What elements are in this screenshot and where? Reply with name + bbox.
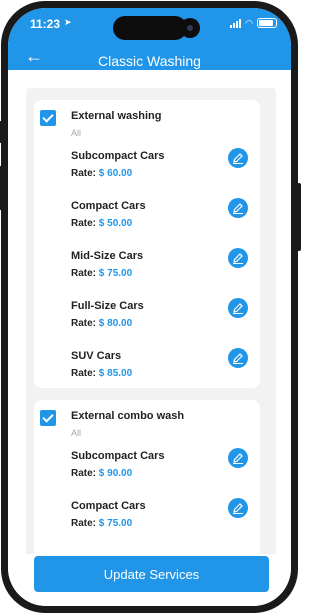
camera-icon [180, 18, 200, 38]
car-type: Compact Cars [71, 200, 146, 212]
rate-value: $ 50.00 [98, 218, 133, 229]
pencil-icon [233, 503, 243, 514]
rate-text: Rate: $ 90.00 [71, 468, 133, 479]
group-checkbox[interactable] [40, 410, 56, 426]
pencil-icon [233, 153, 243, 164]
battery-icon [257, 18, 277, 28]
car-type: SUV Cars [71, 350, 122, 362]
edit-button[interactable] [228, 298, 248, 318]
location-icon: ➤ [64, 17, 72, 27]
rate-text: Rate: $ 75.00 [71, 268, 133, 279]
screen: 11:23 ➤ ◠ ← Classic Washing External was… [8, 8, 291, 606]
car-type: Full-Size Cars [71, 300, 144, 312]
edit-button[interactable] [228, 198, 248, 218]
services-list: External washing All Subcompact Cars Rat… [26, 88, 276, 558]
car-type: Subcompact Cars [71, 150, 165, 162]
pencil-icon [233, 453, 243, 464]
group-header: External combo wash All [34, 400, 260, 446]
update-services-button[interactable]: Update Services [34, 556, 269, 592]
status-icons: ◠ [230, 18, 277, 28]
wifi-icon: ◠ [245, 17, 253, 28]
status-time: 11:23 [30, 17, 61, 31]
rate-text: Rate: $ 85.00 [71, 368, 133, 379]
group-checkbox[interactable] [40, 110, 56, 126]
rate-text: Rate: $ 60.00 [71, 168, 133, 179]
edit-button[interactable] [228, 148, 248, 168]
pencil-icon [233, 203, 243, 214]
service-item: Mid-Size Cars Rate: $ 75.00 [34, 246, 260, 296]
pencil-icon [233, 253, 243, 264]
pencil-icon [233, 303, 243, 314]
mute-switch [0, 121, 2, 143]
service-item: Subcompact Cars Rate: $ 60.00 [34, 146, 260, 196]
rate-value: $ 75.00 [98, 268, 133, 279]
group-title: External washing [71, 110, 162, 122]
service-item: Subcompact Cars Rate: $ 90.00 [34, 446, 260, 496]
service-item: SUV Cars Rate: $ 85.00 [34, 346, 260, 396]
service-group: External combo wash All Subcompact Cars … [34, 400, 260, 558]
car-type: Subcompact Cars [71, 450, 165, 462]
rate-text: Rate: $ 50.00 [71, 218, 133, 229]
rate-value: $ 85.00 [98, 368, 133, 379]
group-subtitle: All [71, 128, 82, 138]
rate-value: $ 80.00 [98, 318, 133, 329]
rate-value: $ 90.00 [98, 468, 133, 479]
page-title: Classic Washing [98, 53, 201, 69]
rate-value: $ 75.00 [98, 518, 133, 529]
group-title: External combo wash [71, 410, 185, 422]
app-header: 11:23 ➤ ◠ ← Classic Washing [8, 8, 291, 70]
edit-button[interactable] [228, 348, 248, 368]
rate-text: Rate: $ 80.00 [71, 318, 133, 329]
edit-button[interactable] [228, 448, 248, 468]
signal-icon [230, 18, 242, 28]
car-type: Mid-Size Cars [71, 250, 144, 262]
rate-value: $ 60.00 [98, 168, 133, 179]
volume-button [0, 166, 2, 210]
phone-frame: 11:23 ➤ ◠ ← Classic Washing External was… [0, 1, 301, 613]
service-group: External washing All Subcompact Cars Rat… [34, 100, 260, 388]
group-subtitle: All [71, 428, 82, 438]
service-item: Full-Size Cars Rate: $ 80.00 [34, 296, 260, 346]
car-type: Compact Cars [71, 500, 146, 512]
group-header: External washing All [34, 100, 260, 146]
dynamic-island [113, 16, 187, 40]
edit-button[interactable] [228, 498, 248, 518]
power-button [297, 183, 301, 251]
pencil-icon [233, 353, 243, 364]
edit-button[interactable] [228, 248, 248, 268]
service-item: Compact Cars Rate: $ 75.00 [34, 496, 260, 546]
rate-text: Rate: $ 75.00 [71, 518, 133, 529]
service-item: Compact Cars Rate: $ 50.00 [34, 196, 260, 246]
